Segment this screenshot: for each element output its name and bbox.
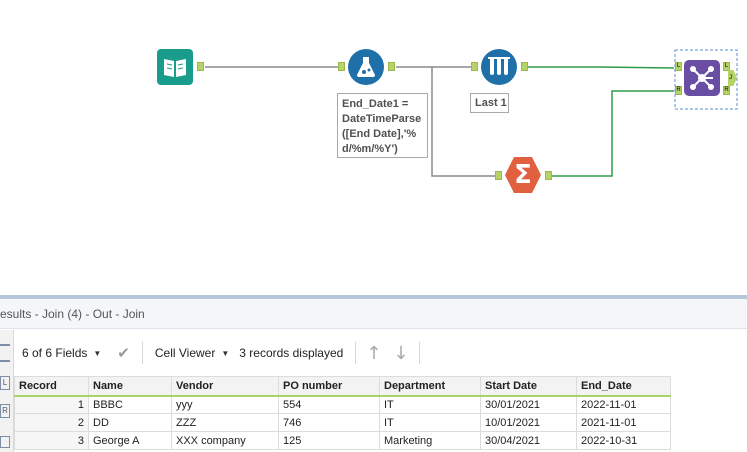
join-right-input-anchor[interactable]: R — [675, 86, 682, 95]
records-count: 3 records displayed — [237, 341, 351, 365]
formula-input-anchor[interactable] — [338, 62, 345, 71]
rows-icon[interactable] — [0, 344, 10, 362]
chevron-down-icon: ▼ — [221, 348, 230, 358]
column-header[interactable]: Department — [379, 376, 481, 397]
fields-label: 6 of 6 Fields — [22, 346, 88, 360]
viewer-dropdown[interactable]: Cell Viewer ▼ — [147, 341, 237, 365]
scroll-up-button[interactable]: ↑ — [360, 341, 387, 365]
table-row[interactable]: 2 DD ZZZ 746 IT 10/01/2021 2021-11-01 — [14, 413, 671, 432]
join-network-icon — [690, 66, 714, 90]
table-cell[interactable]: IT — [379, 413, 481, 432]
column-header[interactable]: Name — [88, 376, 172, 397]
input-output-anchor[interactable] — [197, 62, 204, 71]
table-cell[interactable]: ZZZ — [171, 413, 279, 432]
records-label: 3 records displayed — [239, 346, 344, 360]
join-j-label: J — [729, 75, 732, 81]
table-cell[interactable]: XXX company — [171, 431, 279, 450]
table-cell[interactable]: DD — [88, 413, 172, 432]
workflow-canvas[interactable]: End_Date1 = DateTimeParse ([End Date],'%… — [0, 0, 747, 295]
record-cell[interactable]: 1 — [14, 395, 89, 414]
join-left-output-anchor[interactable]: L — [723, 62, 730, 71]
table-cell[interactable]: Marketing — [379, 431, 481, 450]
sample-annotation[interactable]: Last 1 — [470, 93, 509, 113]
table-cell[interactable]: 10/01/2021 — [480, 413, 577, 432]
join-tool[interactable] — [684, 60, 720, 96]
sample-output-anchor[interactable] — [521, 62, 528, 71]
formula-tool[interactable] — [348, 49, 384, 85]
join-right-output-anchor[interactable]: R — [723, 86, 730, 95]
right-input-icon[interactable]: R — [0, 404, 10, 418]
join-left-out-label: L — [724, 63, 729, 69]
column-header[interactable]: Vendor — [171, 376, 279, 397]
column-header[interactable]: PO number — [278, 376, 380, 397]
results-grid: Record Name Vendor PO number Department … — [14, 376, 671, 450]
check-icon: ✔ — [117, 344, 130, 362]
table-cell[interactable]: George A — [88, 431, 172, 450]
results-title: esults - Join (4) - Out - Join — [0, 299, 747, 329]
arrow-down-icon: ↓ — [393, 342, 409, 364]
left-input-icon[interactable]: L — [0, 376, 10, 390]
summarize-output-anchor[interactable] — [545, 171, 552, 180]
formula-output-anchor[interactable] — [388, 62, 395, 71]
results-toolbar: 6 of 6 Fields ▼ ✔ Cell Viewer ▼ 3 record… — [14, 330, 747, 376]
chevron-down-icon: ▼ — [93, 348, 102, 358]
book-icon — [164, 59, 186, 77]
viewer-label: Cell Viewer — [154, 346, 216, 360]
join-right-out-label: R — [724, 87, 729, 93]
table-cell[interactable]: IT — [379, 395, 481, 414]
column-header[interactable]: Record — [14, 376, 89, 397]
table-cell[interactable]: 30/01/2021 — [480, 395, 577, 414]
join-left-input-anchor[interactable]: L — [675, 62, 682, 71]
connection-formula-summarize[interactable] — [431, 67, 496, 177]
table-cell[interactable]: 30/04/2021 — [480, 431, 577, 450]
table-cell[interactable]: BBBC — [88, 395, 172, 414]
column-header[interactable]: End_Date — [576, 376, 671, 397]
flask-icon — [357, 57, 375, 77]
summarize-input-anchor[interactable] — [495, 171, 502, 180]
scroll-down-button[interactable]: ↓ — [387, 341, 414, 365]
connection-sample-join[interactable] — [524, 66, 675, 69]
hex-icon[interactable] — [0, 436, 10, 448]
table-cell[interactable]: 746 — [278, 413, 380, 432]
results-side-toolbar: L R — [0, 330, 14, 452]
apply-check-button[interactable]: ✔ — [109, 341, 138, 365]
table-cell[interactable]: 2021-11-01 — [576, 413, 671, 432]
header-row: Record Name Vendor PO number Department … — [14, 376, 671, 397]
test-tubes-icon — [488, 57, 510, 75]
table-row[interactable]: 3 George A XXX company 125 Marketing 30/… — [14, 431, 671, 450]
table-cell[interactable]: 2022-11-01 — [576, 395, 671, 414]
left-input-label: L — [2, 378, 8, 387]
toolbar-separator — [418, 342, 420, 364]
table-cell[interactable]: yyy — [171, 395, 279, 414]
formula-annotation[interactable]: End_Date1 = DateTimeParse ([End Date],'%… — [337, 93, 428, 158]
toolbar-separator — [141, 342, 143, 364]
fields-dropdown[interactable]: 6 of 6 Fields ▼ — [14, 341, 109, 365]
table-cell[interactable]: 554 — [278, 395, 380, 414]
input-data-tool[interactable] — [157, 49, 193, 85]
toolbar-separator — [355, 342, 357, 364]
record-cell[interactable]: 3 — [14, 431, 89, 450]
sigma-icon: Σ — [514, 160, 532, 190]
column-header[interactable]: Start Date — [480, 376, 577, 397]
sample-input-anchor[interactable] — [471, 62, 478, 71]
join-left-label: L — [676, 63, 681, 69]
connection-summarize-join[interactable] — [551, 90, 674, 177]
table-cell[interactable]: 2022-10-31 — [576, 431, 671, 450]
table-row[interactable]: 1 BBBC yyy 554 IT 30/01/2021 2022-11-01 — [14, 395, 671, 414]
join-right-label: R — [676, 87, 681, 93]
right-input-label: R — [2, 406, 8, 415]
record-cell[interactable]: 2 — [14, 413, 89, 432]
app-root: End_Date1 = DateTimeParse ([End Date],'%… — [0, 0, 747, 452]
table-cell[interactable]: 125 — [278, 431, 380, 450]
sample-tool[interactable] — [481, 49, 517, 85]
arrow-up-icon: ↑ — [366, 342, 382, 364]
